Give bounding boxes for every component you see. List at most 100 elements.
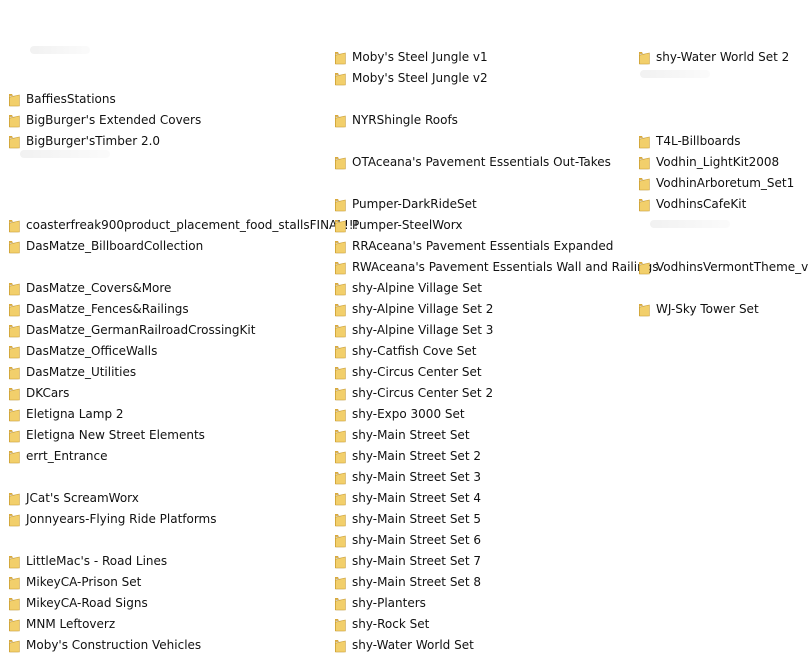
folder-icon xyxy=(332,50,348,66)
folder-item[interactable]: shy-Catfish Cove Set xyxy=(332,341,476,362)
folder-item[interactable]: DasMatze_BillboardCollection xyxy=(6,236,203,257)
folder-item[interactable]: shy-Water World Set xyxy=(332,635,474,656)
folder-label: shy-Circus Center Set 2 xyxy=(352,386,494,400)
folder-label: shy-Alpine Village Set xyxy=(352,281,482,295)
folder-label: shy-Main Street Set 5 xyxy=(352,512,481,526)
folder-item[interactable]: shy-Water World Set 2 xyxy=(636,47,789,68)
folder-item[interactable]: VodhinArboretum_Set1 xyxy=(636,173,794,194)
folder-item[interactable]: shy-Rock Set xyxy=(332,614,429,635)
folder-label: DasMatze_BillboardCollection xyxy=(26,239,204,253)
folder-item[interactable]: Moby's Construction Vehicles xyxy=(6,635,201,656)
folder-label: T4L-Billboards xyxy=(656,134,741,148)
folder-label: NYRShingle Roofs xyxy=(352,113,458,127)
folder-item[interactable]: Pumper-DarkRideSet xyxy=(332,194,477,215)
folder-icon xyxy=(636,155,652,171)
folder-item[interactable]: OTAceana's Pavement Essentials Out-Takes xyxy=(332,152,611,173)
folder-item[interactable]: Moby's Steel Jungle v2 xyxy=(332,68,488,89)
folder-item[interactable]: shy-Alpine Village Set xyxy=(332,278,482,299)
folder-item[interactable]: VodhinsVermontTheme_v1c xyxy=(636,257,808,278)
folder-label: shy-Expo 3000 Set xyxy=(352,407,465,421)
folder-item[interactable]: shy-Main Street Set 5 xyxy=(332,509,481,530)
folder-item[interactable]: shy-Main Street Set xyxy=(332,425,470,446)
folder-label: DasMatze_OfficeWalls xyxy=(26,344,158,358)
folder-icon xyxy=(332,344,348,360)
folder-item[interactable]: WJ-Sky Tower Set xyxy=(636,299,759,320)
folder-item[interactable]: MNM Leftoverz xyxy=(6,614,115,635)
folder-icon xyxy=(332,596,348,612)
folder-item[interactable]: shy-Alpine Village Set 3 xyxy=(332,320,493,341)
folder-label: shy-Catfish Cove Set xyxy=(352,344,477,358)
folder-icon xyxy=(6,449,22,465)
folder-icon xyxy=(332,239,348,255)
folder-label: MNM Leftoverz xyxy=(26,617,116,631)
folder-item[interactable]: Moby's Steel Jungle v1 xyxy=(332,47,488,68)
folder-icon xyxy=(6,323,22,339)
folder-icon xyxy=(332,533,348,549)
folder-item[interactable]: shy-Circus Center Set xyxy=(332,362,482,383)
folder-label: shy-Main Street Set xyxy=(352,428,470,442)
folder-label: DasMatze_Fences&Railings xyxy=(26,302,189,316)
folder-item[interactable]: DasMatze_GermanRailroadCrossingKit xyxy=(6,320,255,341)
folder-icon xyxy=(332,407,348,423)
folder-item[interactable]: shy-Main Street Set 4 xyxy=(332,488,481,509)
folder-item[interactable]: DKCars xyxy=(6,383,69,404)
folder-item[interactable]: DasMatze_Covers&More xyxy=(6,278,171,299)
folder-icon xyxy=(6,239,22,255)
erased-entry-ghost xyxy=(650,220,730,228)
folder-item[interactable]: shy-Main Street Set 7 xyxy=(332,551,481,572)
folder-icon xyxy=(6,302,22,318)
folder-icon xyxy=(6,596,22,612)
folder-item[interactable]: Vodhin_LightKit2008 xyxy=(636,152,779,173)
folder-item[interactable]: VodhinsCafeKit xyxy=(636,194,746,215)
folder-icon xyxy=(636,260,652,276)
folder-icon xyxy=(636,134,652,150)
folder-item[interactable]: Pumper-SteelWorx xyxy=(332,215,462,236)
folder-item[interactable]: MikeyCA-Road Signs xyxy=(6,593,148,614)
folder-item[interactable]: BaffiesStations xyxy=(6,89,116,110)
folder-icon xyxy=(6,134,22,150)
folder-item[interactable]: shy-Main Street Set 8 xyxy=(332,572,481,593)
folder-label: WJ-Sky Tower Set xyxy=(656,302,759,316)
folder-item[interactable]: DasMatze_OfficeWalls xyxy=(6,341,157,362)
folder-item[interactable]: BigBurger'sTimber 2.0 xyxy=(6,131,160,152)
folder-item[interactable]: shy-Alpine Village Set 2 xyxy=(332,299,493,320)
folder-item[interactable]: RWAceana's Pavement Essentials Wall and … xyxy=(332,257,659,278)
folder-item[interactable]: Eletigna New Street Elements xyxy=(6,425,205,446)
folder-icon xyxy=(332,71,348,87)
folder-icon xyxy=(636,50,652,66)
folder-icon xyxy=(332,365,348,381)
folder-icon xyxy=(332,449,348,465)
folder-icon xyxy=(6,344,22,360)
folder-item[interactable]: shy-Main Street Set 3 xyxy=(332,467,481,488)
folder-label: shy-Main Street Set 7 xyxy=(352,554,481,568)
folder-item[interactable]: MikeyCA-Prison Set xyxy=(6,572,141,593)
folder-item[interactable]: shy-Main Street Set 6 xyxy=(332,530,481,551)
folder-item[interactable]: Eletigna Lamp 2 xyxy=(6,404,124,425)
folder-item[interactable]: LittleMac's - Road Lines xyxy=(6,551,167,572)
folder-item[interactable]: shy-Main Street Set 2 xyxy=(332,446,481,467)
folder-item[interactable]: shy-Expo 3000 Set xyxy=(332,404,465,425)
folder-item[interactable]: coasterfreak900product_placement_food_st… xyxy=(6,215,358,236)
folder-item[interactable]: Jonnyears-Flying Ride Platforms xyxy=(6,509,217,530)
folder-item[interactable]: BigBurger's Extended Covers xyxy=(6,110,201,131)
folder-item[interactable]: NYRShingle Roofs xyxy=(332,110,458,131)
folder-icon xyxy=(332,323,348,339)
folder-label: shy-Main Street Set 2 xyxy=(352,449,481,463)
folder-item[interactable]: shy-Circus Center Set 2 xyxy=(332,383,493,404)
folder-item[interactable]: DasMatze_Fences&Railings xyxy=(6,299,189,320)
folder-icon xyxy=(6,365,22,381)
folder-icon xyxy=(6,92,22,108)
folder-item[interactable]: RRAceana's Pavement Essentials Expanded xyxy=(332,236,613,257)
folder-label: RWAceana's Pavement Essentials Wall and … xyxy=(352,260,659,274)
folder-icon xyxy=(332,575,348,591)
folder-item[interactable]: DasMatze_Utilities xyxy=(6,362,136,383)
folder-icon xyxy=(332,491,348,507)
folder-item[interactable]: errt_Entrance xyxy=(6,446,108,467)
erased-entry-ghost xyxy=(640,70,710,78)
folder-label: Moby's Steel Jungle v1 xyxy=(352,50,488,64)
folder-item[interactable]: T4L-Billboards xyxy=(636,131,740,152)
folder-label: coasterfreak900product_placement_food_st… xyxy=(26,218,359,232)
folder-icon xyxy=(332,554,348,570)
folder-item[interactable]: shy-Planters xyxy=(332,593,426,614)
folder-item[interactable]: JCat's ScreamWorx xyxy=(6,488,139,509)
